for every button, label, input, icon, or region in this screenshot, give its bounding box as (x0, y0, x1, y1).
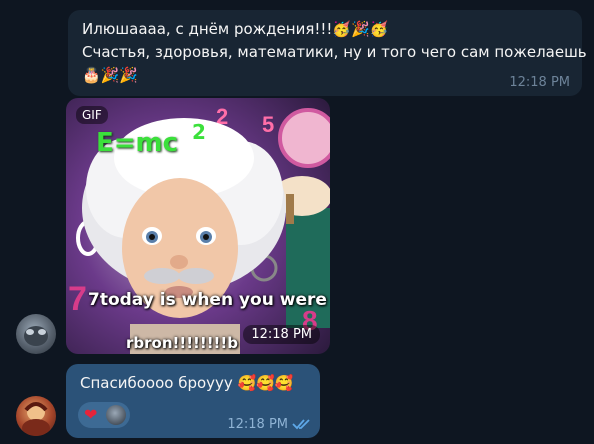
gif-caption: rbron!!!!!!!!b (126, 334, 238, 352)
gif-formula-text: E=mc (96, 128, 179, 158)
sender-avatar[interactable] (16, 314, 56, 354)
avatar-image (24, 326, 48, 346)
cake-party-emoji: 🎂🎉🎉 (82, 66, 139, 84)
incoming-message-bubble[interactable]: Илюшаааа, с днём рождения!!!🥳🎉🥳 Счастья,… (68, 10, 587, 96)
message-timestamp: 12:18 PM (227, 417, 288, 432)
message-text-line: Илюшаааа, с днём рождения!!!🥳🎉🥳 (82, 18, 568, 41)
party-face-emoji: 🥳🎉🥳 (332, 20, 389, 38)
message-text-line: Спасибоooo броуyy 🥰🥰🥰 (80, 372, 308, 395)
message-emoji-line: 🎂🎉🎉 (82, 64, 568, 87)
svg-text:5: 5 (262, 112, 274, 137)
heart-icon: ❤ (84, 405, 98, 424)
gif-caption: 7today is when you were (88, 290, 327, 310)
double-check-icon (292, 419, 310, 430)
message-text-line: Счастья, здоровья, математики, ну и того… (82, 43, 587, 61)
reactor-avatar (106, 405, 126, 425)
message-text: Спасибоooo броуyy (80, 374, 233, 392)
message-text: Илюшаааа, с днём рождения!!! (82, 20, 333, 38)
reaction-chip[interactable]: ❤ (78, 402, 130, 428)
hug-emoji: 🥰🥰🥰 (237, 374, 294, 392)
outgoing-message-bubble[interactable]: Спасибоooo броуyy 🥰🥰🥰 ❤ 12:18 PM (66, 364, 320, 438)
gif-badge: GIF (76, 106, 108, 124)
own-avatar[interactable] (16, 396, 56, 436)
clock-shape (278, 108, 330, 168)
gif-timestamp: 12:18 PM (243, 325, 320, 344)
message-timestamp: 12:18 PM (509, 75, 570, 90)
gif-message[interactable]: 2 5 7 8 E=mc 2 7today is when you were r… (66, 98, 330, 354)
gif-formula-exponent: 2 (192, 120, 206, 144)
svg-text:7: 7 (68, 280, 87, 318)
avatar-image (22, 402, 50, 436)
